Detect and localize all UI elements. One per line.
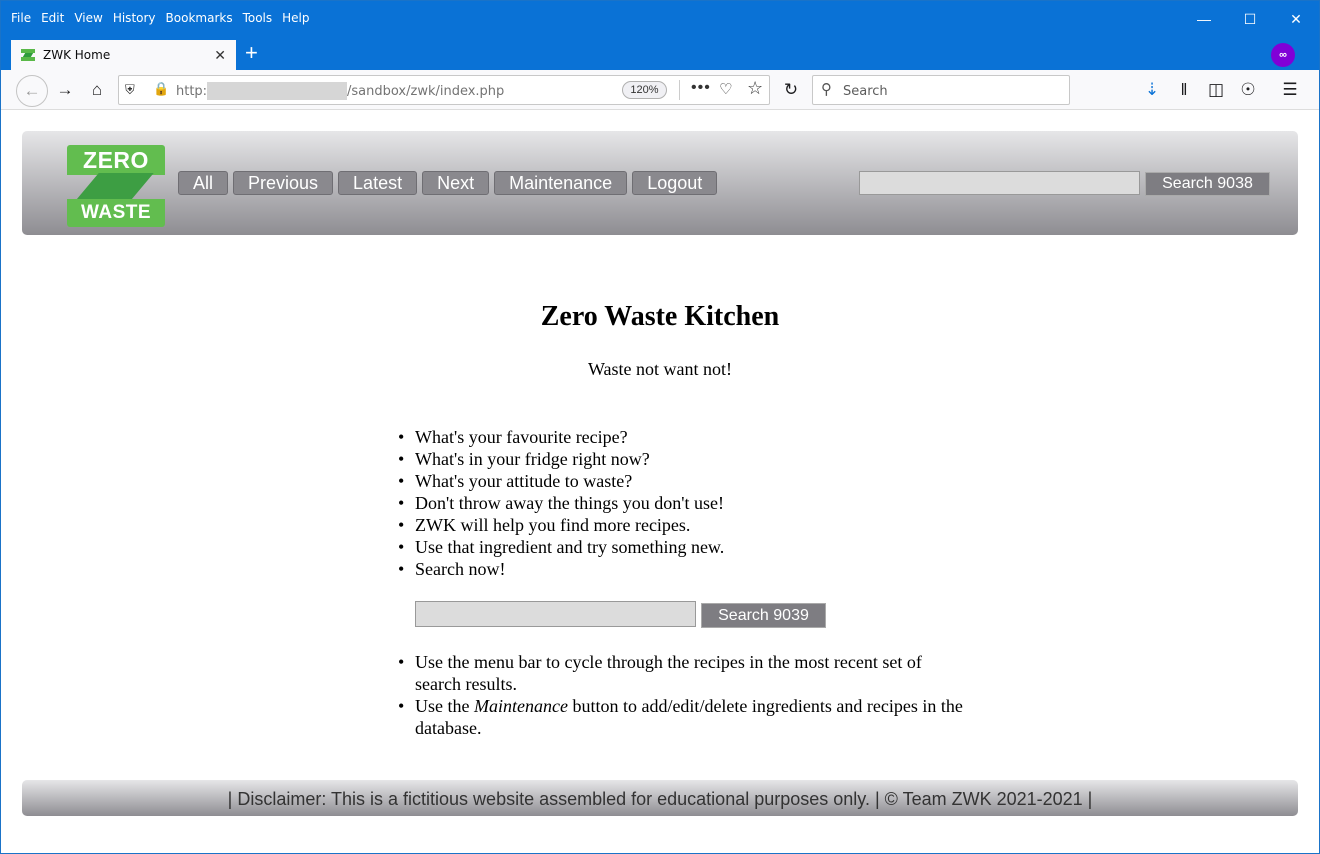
app-menu-icon[interactable]: ☰: [1276, 76, 1304, 104]
pocket-icon[interactable]: ♡: [719, 80, 732, 98]
help-list: Use the menu bar to cycle through the re…: [398, 651, 965, 739]
downloads-icon[interactable]: ⇣: [1138, 76, 1166, 104]
maximize-icon[interactable]: ☐: [1227, 1, 1273, 37]
list-item: Use the menu bar to cycle through the re…: [398, 651, 965, 695]
site-nav: All Previous Latest Next Maintenance Log…: [178, 171, 718, 195]
navigation-toolbar: ← → ⌂ ⛨ 🔒 http: /sandbox/zwk/index.php 1…: [1, 70, 1319, 110]
site-footer: | Disclaimer: This is a fictitious websi…: [22, 780, 1298, 816]
help-emphasis: Maintenance: [473, 696, 568, 716]
main-search-input[interactable]: [415, 601, 696, 627]
bookmark-star-icon[interactable]: ☆: [747, 78, 763, 99]
list-item: Search now!: [398, 558, 724, 580]
url-bar[interactable]: ⛨ 🔒 http: /sandbox/zwk/index.php 120% ••…: [118, 75, 770, 105]
zoom-level-badge[interactable]: 120%: [622, 81, 667, 99]
menu-tools[interactable]: Tools: [243, 11, 273, 25]
list-item: Use that ingredient and try something ne…: [398, 536, 724, 558]
account-icon[interactable]: ☉: [1234, 76, 1262, 104]
url-redacted-host: [207, 82, 347, 100]
tab-zwk-home[interactable]: ZWK Home ✕: [11, 38, 236, 70]
nav-all-button[interactable]: All: [178, 171, 229, 195]
back-icon[interactable]: ←: [16, 75, 48, 107]
new-tab-icon[interactable]: +: [245, 41, 258, 65]
header-search-input[interactable]: [859, 171, 1140, 195]
page-actions-icon[interactable]: •••: [691, 79, 711, 97]
list-item: ZWK will help you find more recipes.: [398, 514, 724, 536]
logo-text-waste: WASTE: [80, 202, 152, 223]
search-placeholder: Search: [843, 84, 888, 99]
site-header: ZERO WASTE All Previous Latest Next Main…: [22, 131, 1298, 235]
minimize-icon[interactable]: —: [1181, 1, 1227, 37]
nav-maintenance-button[interactable]: Maintenance: [494, 171, 628, 195]
private-browsing-icon: ∞: [1271, 43, 1295, 67]
forward-icon[interactable]: →: [51, 76, 79, 104]
tab-title: ZWK Home: [43, 48, 111, 62]
list-item: What's your favourite recipe?: [398, 426, 724, 448]
nav-latest-button[interactable]: Latest: [338, 171, 418, 195]
sidebar-icon[interactable]: ◫: [1202, 76, 1230, 104]
url-separator: [679, 80, 680, 100]
help-text: Use the menu bar to cycle through the re…: [415, 652, 922, 694]
nav-next-button[interactable]: Next: [422, 171, 490, 195]
title-bar: File Edit View History Bookmarks Tools H…: [1, 1, 1319, 70]
browser-window: File Edit View History Bookmarks Tools H…: [0, 0, 1320, 854]
list-item: What's your attitude to waste?: [398, 470, 724, 492]
menu-bookmarks[interactable]: Bookmarks: [166, 11, 233, 25]
header-search-button[interactable]: Search 9038: [1145, 172, 1270, 196]
url-scheme: http:: [176, 84, 208, 99]
browser-search-bar[interactable]: ⚲ Search: [812, 75, 1070, 105]
page-tagline: Waste not want not!: [587, 359, 733, 379]
reload-icon[interactable]: ↻: [777, 76, 805, 104]
nav-previous-button[interactable]: Previous: [233, 171, 334, 195]
menu-history[interactable]: History: [113, 11, 156, 25]
home-icon[interactable]: ⌂: [83, 76, 111, 104]
main-search-button[interactable]: Search 9039: [701, 603, 826, 628]
url-path: /sandbox/zwk/index.php: [347, 84, 505, 99]
menu-help[interactable]: Help: [282, 11, 309, 25]
nav-logout-button[interactable]: Logout: [632, 171, 718, 195]
close-window-icon[interactable]: ✕: [1273, 1, 1319, 37]
page-title: Zero Waste Kitchen: [540, 301, 780, 332]
help-text: Use the: [415, 696, 474, 716]
search-icon: ⚲: [821, 81, 832, 98]
menu-bar: File Edit View History Bookmarks Tools H…: [11, 11, 320, 25]
close-tab-icon[interactable]: ✕: [214, 47, 226, 64]
menu-view[interactable]: View: [74, 11, 102, 25]
logo-text-zero: ZERO: [83, 147, 149, 173]
intro-list: What's your favourite recipe? What's in …: [398, 426, 724, 580]
zero-waste-logo[interactable]: ZERO WASTE: [67, 145, 165, 227]
page-viewport: ZERO WASTE All Previous Latest Next Main…: [11, 111, 1309, 845]
window-controls: — ☐ ✕: [1181, 1, 1319, 37]
list-item: Use the Maintenance button to add/edit/d…: [398, 695, 965, 739]
zwk-favicon-icon: [21, 49, 35, 61]
lock-icon[interactable]: 🔒: [153, 81, 169, 97]
list-item: What's in your fridge right now?: [398, 448, 724, 470]
tracking-shield-icon[interactable]: ⛨: [125, 82, 135, 98]
list-item: Don't throw away the things you don't us…: [398, 492, 724, 514]
menu-edit[interactable]: Edit: [41, 11, 64, 25]
library-icon[interactable]: ‖: [1170, 76, 1198, 104]
menu-file[interactable]: File: [11, 11, 31, 25]
